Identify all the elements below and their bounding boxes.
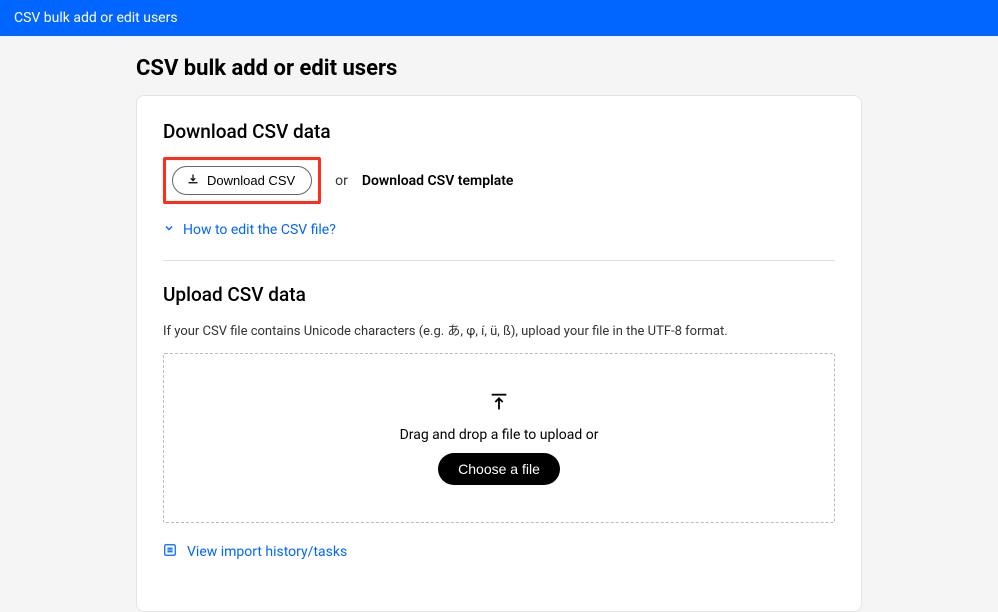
page-title: CSV bulk add or edit users	[136, 56, 998, 81]
highlight-box: Download CSV	[163, 157, 321, 204]
download-csv-button[interactable]: Download CSV	[172, 166, 312, 195]
list-icon	[163, 543, 177, 561]
section-divider	[163, 260, 835, 261]
view-import-history-link[interactable]: View import history/tasks	[163, 543, 835, 561]
choose-file-button[interactable]: Choose a file	[438, 453, 560, 485]
how-to-edit-expander[interactable]: How to edit the CSV file?	[163, 222, 835, 238]
chevron-down-icon	[163, 222, 175, 238]
drop-text: Drag and drop a file to upload or	[400, 427, 599, 443]
top-bar: CSV bulk add or edit users	[0, 0, 998, 36]
download-icon	[187, 173, 199, 188]
upload-icon	[488, 391, 510, 417]
upload-section-heading: Upload CSV data	[163, 283, 835, 306]
or-text: or	[335, 173, 348, 189]
top-bar-title: CSV bulk add or edit users	[14, 10, 178, 26]
view-import-history-label: View import history/tasks	[187, 544, 347, 560]
download-csv-button-label: Download CSV	[207, 173, 295, 188]
how-to-edit-label: How to edit the CSV file?	[183, 222, 336, 238]
download-row: Download CSV or Download CSV template	[163, 157, 835, 204]
download-template-link[interactable]: Download CSV template	[362, 173, 514, 189]
file-drop-zone[interactable]: Drag and drop a file to upload or Choose…	[163, 353, 835, 523]
download-section-heading: Download CSV data	[163, 120, 835, 143]
upload-helper-text: If your CSV file contains Unicode charac…	[163, 320, 835, 339]
main-card: Download CSV data Download CSV or Downlo…	[136, 95, 862, 612]
